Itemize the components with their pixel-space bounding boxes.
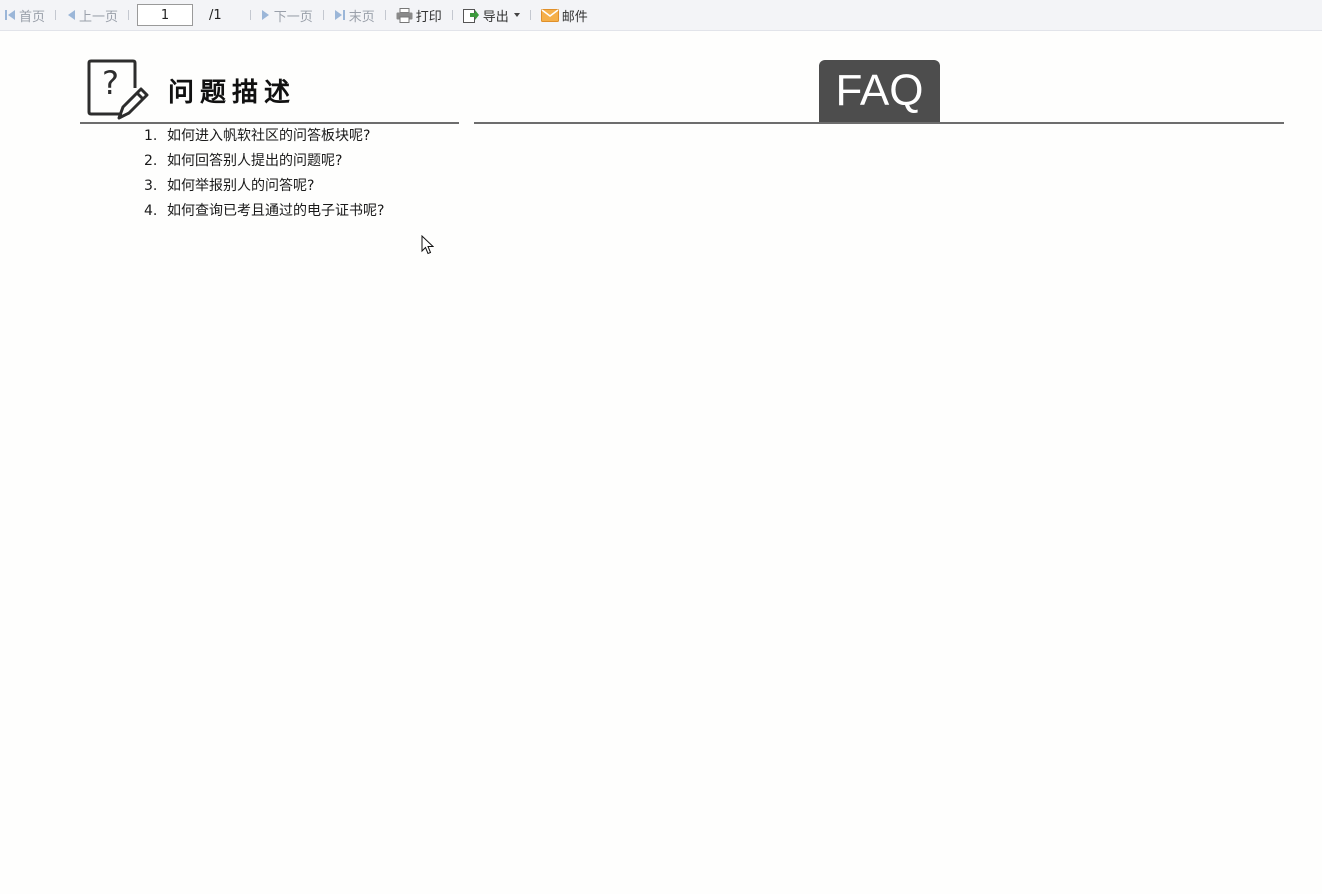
next-page-icon: [261, 9, 271, 21]
next-page-label: 下一页: [273, 9, 313, 25]
mail-button[interactable]: 邮件: [537, 0, 592, 31]
prev-page-button[interactable]: 上一页: [62, 0, 122, 31]
svg-text:?: ?: [102, 64, 119, 102]
next-page-button[interactable]: 下一页: [257, 0, 317, 31]
mail-icon: [540, 8, 559, 22]
toolbar-divider: [55, 10, 57, 20]
section-divider-right: [474, 122, 1284, 124]
faq-question-text: 如何举报别人的问答呢?: [167, 178, 315, 194]
report-toolbar: 首页 上一页 /1 下一页 末页 打印 导出: [0, 0, 1322, 31]
export-dropdown-button[interactable]: 导出: [459, 0, 524, 31]
faq-question-number: 4.: [144, 203, 158, 219]
chevron-down-icon: [513, 13, 520, 17]
toolbar-divider: [322, 10, 324, 20]
faq-question-item[interactable]: 4. 如何查询已考且通过的电子证书呢?: [144, 202, 384, 227]
printer-icon: [396, 7, 413, 23]
faq-question-text: 如何查询已考且通过的电子证书呢?: [167, 203, 385, 219]
section-title: 问题描述: [168, 78, 297, 108]
mouse-pointer-icon: [421, 234, 435, 259]
export-label: 导出: [482, 9, 509, 25]
toolbar-divider: [249, 10, 251, 20]
toolbar-divider: [384, 10, 386, 20]
faq-question-item[interactable]: 1. 如何进入帆软社区的问答板块呢?: [144, 127, 384, 152]
faq-question-list: 1. 如何进入帆软社区的问答板块呢? 2. 如何回答别人提出的问题呢? 3. 如…: [144, 127, 384, 227]
question-edit-icon: ?: [86, 58, 150, 128]
last-page-icon: [334, 9, 346, 21]
export-icon: [462, 7, 480, 24]
print-button[interactable]: 打印: [392, 0, 446, 31]
mail-label: 邮件: [561, 9, 588, 25]
page-total: /1: [209, 7, 222, 23]
faq-question-item[interactable]: 3. 如何举报别人的问答呢?: [144, 177, 384, 202]
first-page-icon: [4, 9, 16, 21]
last-page-button[interactable]: 末页: [330, 0, 379, 31]
page-number-input[interactable]: [137, 4, 194, 26]
faq-question-text: 如何进入帆软社区的问答板块呢?: [167, 128, 371, 144]
toolbar-divider: [128, 10, 130, 20]
faq-question-number: 2.: [144, 153, 158, 169]
faq-question-text: 如何回答别人提出的问题呢?: [167, 153, 343, 169]
prev-page-label: 上一页: [79, 9, 119, 25]
prev-page-icon: [66, 9, 76, 21]
section-divider-left: [80, 122, 459, 124]
print-label: 打印: [415, 9, 442, 25]
faq-badge: FAQ: [819, 60, 940, 122]
faq-question-number: 1.: [144, 128, 158, 144]
faq-question-item[interactable]: 2. 如何回答别人提出的问题呢?: [144, 152, 384, 177]
first-page-button[interactable]: 首页: [0, 0, 49, 31]
toolbar-divider: [529, 10, 531, 20]
toolbar-divider: [451, 10, 453, 20]
last-page-label: 末页: [348, 9, 375, 25]
faq-question-number: 3.: [144, 178, 158, 194]
first-page-label: 首页: [19, 9, 46, 25]
